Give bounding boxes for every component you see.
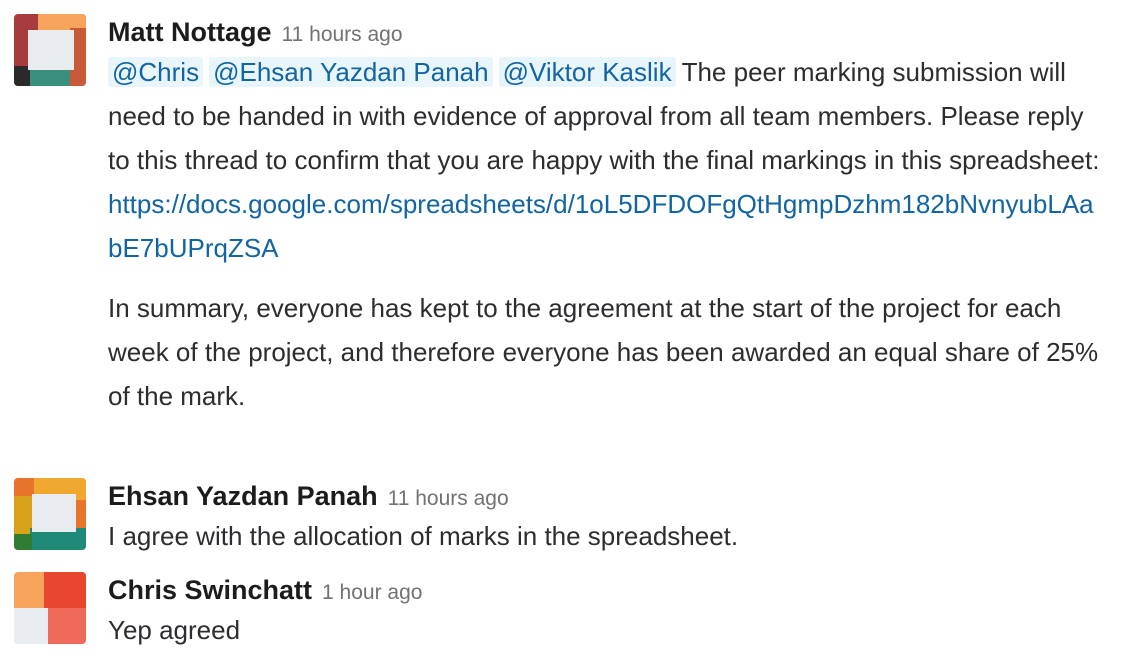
message-body: I agree with the allocation of marks in … <box>108 514 1106 558</box>
mention-chris[interactable]: @Chris <box>108 57 204 87</box>
timestamp[interactable]: 11 hours ago <box>388 487 509 510</box>
author-name[interactable]: Chris Swinchatt <box>108 575 312 605</box>
timestamp[interactable]: 11 hours ago <box>282 23 403 46</box>
message-header: Ehsan Yazdan Panah 11 hours ago <box>108 478 1106 514</box>
avatar-image <box>14 14 86 86</box>
message-content: Ehsan Yazdan Panah 11 hours ago I agree w… <box>108 478 1106 558</box>
message-body: Yep agreed <box>108 608 1106 652</box>
message-paragraph: @Chris @Ehsan Yazdan Panah @Viktor Kaslik T… <box>108 50 1106 270</box>
message-content: Matt Nottage 11 hours ago @Chris @Ehsan Ya… <box>108 14 1106 418</box>
avatar[interactable] <box>14 14 86 86</box>
message-body: @Chris @Ehsan Yazdan Panah @Viktor Kaslik T… <box>108 50 1106 418</box>
avatar-image <box>14 478 86 550</box>
message-header: Matt Nottage 11 hours ago <box>108 14 1106 50</box>
avatar-image <box>14 572 86 644</box>
avatar[interactable] <box>14 478 86 550</box>
message-header: Chris Swinchatt 1 hour ago <box>108 572 1106 608</box>
author-name[interactable]: Ehsan Yazdan Panah <box>108 481 378 511</box>
mention-ehsan[interactable]: @Ehsan Yazdan Panah <box>209 57 493 87</box>
author-name[interactable]: Matt Nottage <box>108 17 272 47</box>
avatar[interactable] <box>14 572 86 644</box>
message-text: I agree with the allocation of marks in … <box>108 521 739 551</box>
message-content: Chris Swinchatt 1 hour ago Yep agreed <box>108 572 1106 652</box>
message-paragraph: In summary, everyone has kept to the agr… <box>108 293 1099 411</box>
spreadsheet-link[interactable]: https://docs.google.com/spreadsheets/d/1… <box>108 189 1094 263</box>
message-text: Yep agreed <box>108 615 241 645</box>
mention-viktor[interactable]: @Viktor Kaslik <box>498 57 676 87</box>
timestamp[interactable]: 1 hour ago <box>322 581 422 604</box>
